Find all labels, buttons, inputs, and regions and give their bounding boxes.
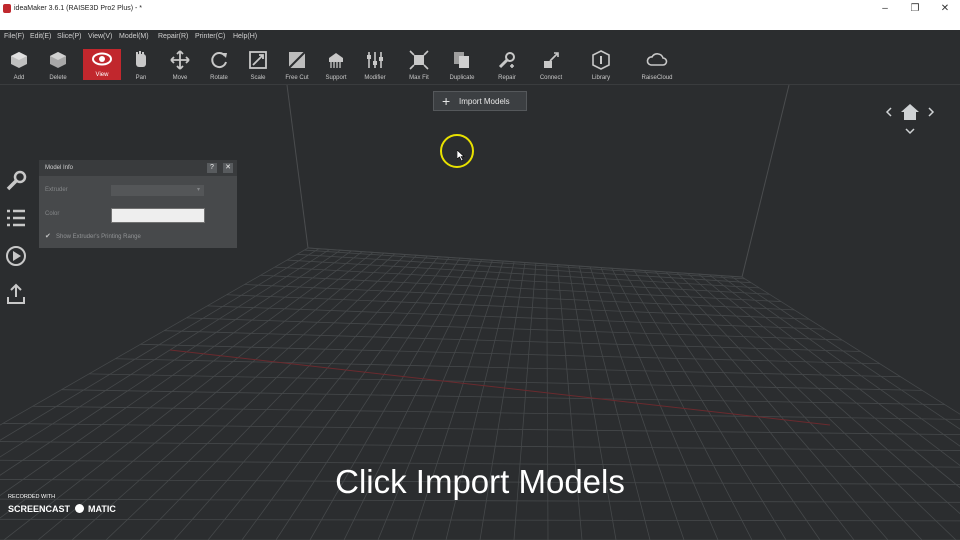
eye-icon — [92, 52, 112, 66]
tool-pan-label: Pan — [135, 75, 147, 81]
support-icon — [329, 53, 343, 68]
extruder-dropdown[interactable]: ▾ — [111, 185, 204, 196]
tool-move[interactable]: Move — [161, 48, 199, 84]
tool-move-label: Move — [172, 75, 188, 81]
tool-raisecloud-label: RaiseCloud — [641, 75, 673, 81]
tool-delete-label: Delete — [49, 75, 67, 81]
tool-scale[interactable]: Scale — [239, 48, 277, 84]
menu-help[interactable]: Help(H) — [233, 33, 257, 40]
color-label: Color — [45, 211, 60, 217]
tool-duplicate[interactable]: Duplicate — [443, 48, 481, 84]
watermark-recorded-with: RECORDED WITH — [8, 494, 56, 500]
menu-file[interactable]: File(F) — [4, 33, 24, 40]
close-window-button[interactable]: ✕ — [930, 0, 960, 18]
hand-icon — [136, 51, 146, 67]
close-panel-button[interactable]: ✕ — [223, 163, 233, 173]
tool-repair[interactable]: Repair — [488, 48, 526, 84]
tool-max-fit[interactable]: Max Fit — [400, 48, 438, 84]
library-icon — [592, 50, 610, 70]
tool-add-label: Add — [13, 75, 25, 81]
watermark-matic-text: MATIC — [88, 504, 116, 514]
record-dot-icon — [74, 504, 84, 513]
connect-icon — [544, 52, 559, 68]
instruction-caption: Click Import Models — [335, 463, 625, 500]
help-button[interactable]: ? — [207, 163, 217, 173]
tool-connect[interactable]: Connect — [532, 48, 570, 84]
show-range-label: Show Extruder's Printing Range — [56, 234, 141, 240]
check-icon[interactable]: ✔ — [45, 233, 52, 240]
tool-delete[interactable]: Delete — [39, 48, 77, 84]
minimize-button[interactable]: – — [870, 0, 900, 18]
model-info-title: Model Info — [45, 165, 74, 171]
tool-rotate[interactable]: Rotate — [200, 48, 238, 84]
maximize-button[interactable]: ❐ — [900, 0, 930, 18]
menu-bar: File(F) Edit(E) Slice(P) View(V) Model(M… — [0, 30, 960, 44]
tool-repair-label: Repair — [498, 75, 516, 81]
tool-view[interactable]: View — [83, 49, 121, 80]
tool-library-label: Library — [591, 75, 611, 81]
ideamaker-logo-icon — [3, 4, 11, 13]
extruder-label: Extruder — [45, 187, 68, 193]
menu-view[interactable]: View(V) — [88, 33, 112, 40]
export-icon[interactable] — [5, 283, 27, 305]
move-arrows-icon — [170, 50, 190, 70]
model-info-panel: Model Info ? ✕ Extruder ▾ Color ✔ Show E… — [39, 160, 237, 248]
tool-support-label: Support — [325, 75, 347, 81]
scale-icon — [249, 51, 267, 69]
rotate-icon — [211, 52, 227, 69]
menu-printer[interactable]: Printer(C) — [195, 33, 225, 40]
play-icon[interactable] — [5, 245, 27, 267]
tool-support[interactable]: Support — [317, 48, 355, 84]
model-info-header: Model Info ? ✕ — [39, 160, 237, 176]
delete-cube-icon — [50, 52, 66, 68]
chevron-down-icon: ▾ — [196, 187, 200, 193]
watermark-screencast: SCREENCAST MATIC — [8, 504, 116, 514]
tool-duplicate-label: Duplicate — [449, 75, 475, 81]
menu-model[interactable]: Model(M) — [119, 33, 149, 40]
tool-add[interactable]: Add — [0, 48, 38, 84]
tool-view-label: View — [95, 72, 109, 78]
menu-slice[interactable]: Slice(P) — [57, 33, 82, 40]
mouse-pointer-icon — [457, 150, 465, 161]
wrench-icon[interactable] — [5, 170, 27, 192]
watermark-screencast-text: SCREENCAST — [8, 504, 71, 514]
menu-repair[interactable]: Repair(R) — [158, 33, 188, 40]
import-models-label: Import Models — [459, 97, 510, 106]
tool-max-fit-label: Max Fit — [409, 75, 429, 81]
view-navigation-control[interactable] — [885, 100, 935, 138]
tool-raisecloud[interactable]: RaiseCloud — [638, 48, 676, 84]
max-fit-icon — [409, 50, 429, 70]
add-cube-icon — [11, 52, 27, 68]
cut-icon — [288, 51, 306, 69]
tool-free-cut[interactable]: Free Cut — [278, 48, 316, 84]
tool-pan[interactable]: Pan — [122, 48, 160, 84]
title-bar: ideaMaker 3.6.1 (RAISE3D Pro2 Plus) - * … — [0, 0, 960, 30]
toolbar: Add Delete View Pan Move Rotate Scale Fr… — [0, 44, 960, 85]
plus-icon: + — [442, 93, 451, 109]
wrench-icon — [498, 52, 515, 69]
color-swatch[interactable] — [111, 208, 205, 223]
import-models-button[interactable]: + Import Models — [433, 91, 527, 111]
tool-modifier-label: Modifier — [364, 75, 386, 81]
menu-edit[interactable]: Edit(E) — [30, 33, 51, 40]
tool-scale-label: Scale — [250, 75, 266, 81]
tool-modifier[interactable]: Modifier — [356, 48, 394, 84]
cloud-icon — [646, 53, 668, 66]
tool-connect-label: Connect — [539, 75, 563, 81]
list-icon[interactable] — [5, 207, 27, 229]
window-title: ideaMaker 3.6.1 (RAISE3D Pro2 Plus) - * — [14, 5, 142, 12]
tool-library[interactable]: Library — [582, 48, 620, 84]
duplicate-icon — [454, 52, 469, 68]
tool-rotate-label: Rotate — [210, 75, 228, 81]
tool-free-cut-label: Free Cut — [285, 75, 309, 81]
sliders-icon — [367, 52, 383, 68]
